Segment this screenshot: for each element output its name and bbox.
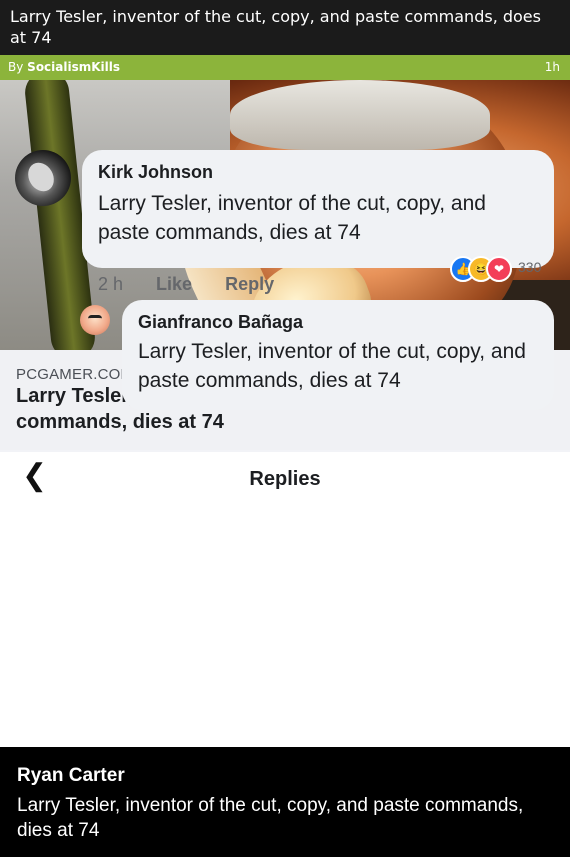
comment-text: Larry Tesler, inventor of the cut, copy,… xyxy=(138,340,526,392)
caption-text: Larry Tesler, inventor of the cut, copy,… xyxy=(17,795,524,841)
post-caption: Ryan Carter Larry Tesler, inventor of th… xyxy=(0,747,570,857)
comment-meta: 2 h Like Reply xyxy=(98,274,302,295)
comment-bubble: Kirk Johnson Larry Tesler, inventor of t… xyxy=(82,150,554,268)
post-age: 1h xyxy=(544,60,560,74)
replies-title: Replies xyxy=(249,468,321,490)
author-link[interactable]: SocialismKills xyxy=(27,60,120,74)
caption-author[interactable]: Ryan Carter xyxy=(17,765,125,787)
author-bar: By SocialismKills 1h xyxy=(0,55,570,80)
reaction-count: 330 xyxy=(518,259,542,275)
avatar[interactable] xyxy=(15,150,71,206)
avatar-dog xyxy=(23,158,59,196)
avatar-eyes xyxy=(88,315,102,322)
like-button[interactable]: Like xyxy=(156,274,192,294)
commenter-name[interactable]: Kirk Johnson xyxy=(98,162,213,183)
byline-prefix: By xyxy=(8,60,24,74)
post-title-bar: Larry Tesler, inventor of the cut, copy,… xyxy=(0,0,570,55)
love-reaction-icon: ❤ xyxy=(486,256,512,282)
commenter-name[interactable]: Gianfranco Bañaga xyxy=(138,312,303,333)
avatar[interactable] xyxy=(80,305,110,335)
byline: By SocialismKills xyxy=(8,60,120,74)
reply-button[interactable]: Reply xyxy=(225,274,274,294)
photo-hair xyxy=(230,80,490,150)
replies-panel: ❮ Replies xyxy=(0,452,570,747)
post-image[interactable]: i PCGAMER.COM Larry Tesler, inventor of … xyxy=(0,80,570,747)
link-source: PCGAMER.COM xyxy=(16,366,134,383)
comment-text: Larry Tesler, inventor of the cut, copy,… xyxy=(98,192,486,244)
comment-time: 2 h xyxy=(98,274,124,294)
comment-bubble: Gianfranco Bañaga Larry Tesler, inventor… xyxy=(122,300,554,410)
post-title[interactable]: Larry Tesler, inventor of the cut, copy,… xyxy=(10,6,560,48)
